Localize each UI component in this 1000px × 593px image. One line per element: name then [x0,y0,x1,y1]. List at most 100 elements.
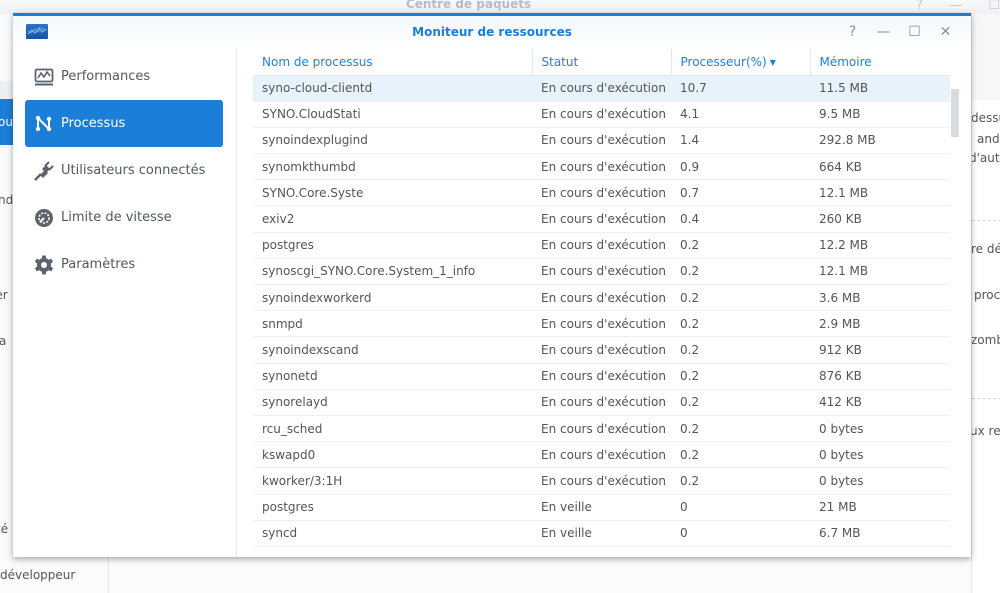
table-row[interactable]: snmpd En cours d'exécution 0.2 2.9 MB [253,310,950,338]
status-cell: En cours d'exécution [532,75,671,102]
cpu-cell: 0.2 [671,441,810,469]
background-dashed-divider [972,398,1000,399]
memory-cell: 6.7 MB [810,520,950,547]
background-window-controls: ? — ☐ [894,0,1000,13]
process-name-cell: postgres [253,232,532,259]
column-header-label: Nom de processus [262,54,373,69]
background-fragment: proc [974,288,1000,302]
status-cell: En cours d'exécution [532,441,671,469]
plug-icon [33,160,55,182]
table-row[interactable]: postgres En cours d'exécution 0.2 12.2 MB [253,232,950,259]
table-row[interactable]: SYNO.CloudStati En cours d'exécution 4.1 9.… [253,101,950,128]
process-name-cell: synoindexscand [253,336,532,364]
background-fragment: ler [0,288,8,302]
cpu-cell: 0 [671,520,810,547]
process-name-cell: synonetd [253,363,532,390]
table-scrollbar[interactable] [951,89,959,137]
table-row[interactable]: synomkthumbd En cours d'exécution 0.9 664 K… [253,153,950,181]
status-cell: En cours d'exécution [532,153,671,181]
table-row[interactable]: synonetd En cours d'exécution 0.2 876 KB [253,363,950,390]
table-row[interactable]: synoindexworkerd En cours d'exécution 0.2 3… [253,284,950,312]
column-header-cpu[interactable]: Processeur(%) ▼ [671,49,811,76]
table-row[interactable]: SYNO.Core.Syste En cours d'exécution 0.7 12… [253,179,950,207]
sidebar-item-limite-de-vitesse[interactable]: Limite de vitesse [25,194,223,241]
status-cell: En cours d'exécution [532,415,671,443]
process-name-cell: synomkthumbd [253,153,532,181]
memory-cell: 292.8 MB [810,127,950,155]
minimize-icon[interactable]: — [868,22,899,42]
column-header-status[interactable]: Statut [532,49,672,76]
status-cell: En cours d'exécution [532,127,671,155]
background-fragment: dessu [971,111,1000,125]
memory-cell: 21 MB [810,494,950,521]
status-cell: En veille [532,520,671,547]
table-row[interactable]: exiv2 En cours d'exécution 0.4 260 KB [253,205,950,233]
background-fragment: a [0,334,7,348]
background-fragment: and [977,132,1000,146]
background-panel-header [972,14,1000,100]
table-body: syno-cloud-clientd En cours d'exécution 10… [253,75,950,547]
sidebar-item-parametres[interactable]: Paramètres [25,241,223,288]
table-row[interactable]: syno-cloud-clientd En cours d'exécution 10… [253,75,950,102]
table-row[interactable]: synoindexscand En cours d'exécution 0.2 912… [253,336,950,364]
background-dashed-divider [972,220,1000,221]
cpu-cell: 0.2 [671,336,810,364]
sidebar-item-processus[interactable]: Processus [25,100,223,147]
process-name-cell: exiv2 [253,205,532,233]
process-name-cell: snmpd [253,310,532,338]
memory-cell: 260 KB [810,205,950,233]
gear-icon [33,254,55,276]
cpu-cell: 0.2 [671,389,810,416]
background-minimize-icon[interactable]: — [949,0,962,13]
memory-cell: 0 bytes [810,415,950,443]
column-header-label: Processeur(%) [680,54,767,69]
table-row[interactable]: synorelayd En cours d'exécution 0.2 412 KB [253,389,950,416]
cpu-cell: 0.2 [671,363,810,390]
close-icon[interactable]: ✕ [930,22,961,42]
background-fragment: d'autr [972,151,1000,165]
window-titlebar[interactable]: Moniteur de ressources ? — ☐ ✕ [13,16,971,48]
sidebar-item-performances[interactable]: Performances [25,53,223,100]
memory-cell: 0 bytes [810,441,950,469]
background-window-title: Centre de paquets [405,0,532,11]
process-name-cell: syncd [253,520,532,547]
cpu-cell: 4.1 [671,101,810,128]
table-row[interactable]: kswapd0 En cours d'exécution 0.2 0 bytes [253,441,950,469]
memory-cell: 12.2 MB [810,232,950,259]
status-cell: En cours d'exécution [532,363,671,390]
memory-cell: 412 KB [810,389,950,416]
cpu-cell: 0.4 [671,205,810,233]
cpu-cell: 1.4 [671,127,810,155]
cpu-cell: 0 [671,494,810,521]
status-cell: En cours d'exécution [532,389,671,416]
maximize-icon[interactable]: ☐ [899,22,930,42]
process-name-cell: kswapd0 [253,441,532,469]
table-row[interactable]: syncd En veille 0 6.7 MB [253,520,950,547]
background-fragment: té [0,522,9,536]
table-row[interactable]: rcu_sched En cours d'exécution 0.2 0 bytes [253,415,950,443]
cpu-cell: 0.7 [671,179,810,207]
table-header-row: Nom de processus Statut Processeur(%) ▼ M… [253,49,950,76]
table-row[interactable]: kworker/3:1H En cours d'exécution 0.2 0 byt… [253,467,950,495]
process-name-cell: synorelayd [253,389,532,416]
table-row[interactable]: synoindexplugind En cours d'exécution 1.4 2… [253,127,950,155]
sidebar-item-label: Limite de vitesse [61,210,172,225]
window-controls: ? — ☐ ✕ [837,22,961,42]
process-name-cell: synoindexworkerd [253,284,532,312]
table-row[interactable]: synoscgi_SYNO.Core.System_1_info En cours… [253,258,950,286]
column-header-process-name[interactable]: Nom de processus [253,49,533,76]
column-header-memory[interactable]: Mémoire [810,49,950,76]
cpu-cell: 0.2 [671,232,810,259]
background-fragment: zomb [971,333,1000,347]
memory-cell: 9.5 MB [810,101,950,128]
background-fragment: re déc [971,242,1000,256]
background-maximize-icon[interactable]: ☐ [988,0,1000,13]
sidebar-item-utilisateurs-connectes[interactable]: Utilisateurs connectés [25,147,223,194]
speed-limit-icon [33,207,55,229]
background-sidebar-item-developer[interactable]: développeur [0,568,75,582]
status-cell: En cours d'exécution [532,467,671,495]
table-row[interactable]: postgres En veille 0 21 MB [253,494,950,521]
background-help-icon[interactable]: ? [916,0,923,13]
performance-chart-icon [33,66,55,88]
help-icon[interactable]: ? [837,22,868,42]
